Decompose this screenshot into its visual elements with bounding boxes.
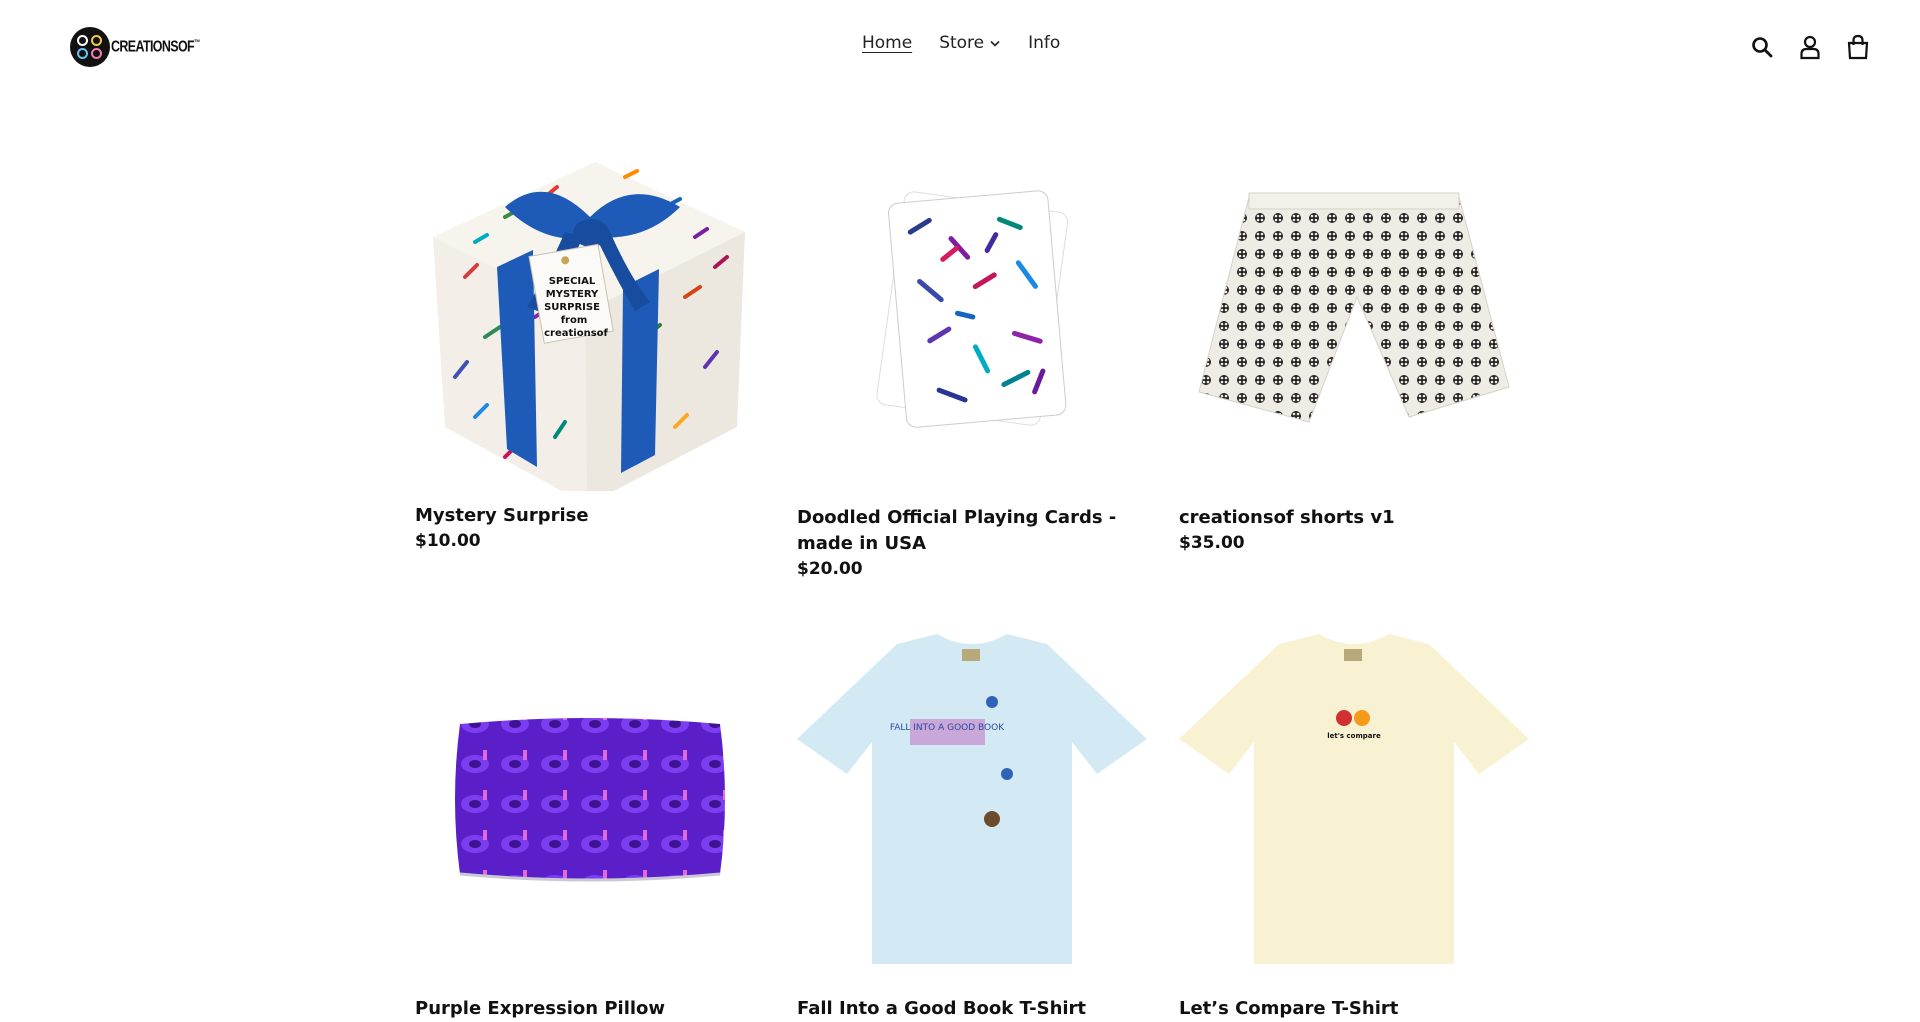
- product-card[interactable]: creationsof shorts v1 $35.00: [1179, 137, 1533, 555]
- blue-tshirt-image: FALL INTO A GOOD BOOK: [797, 634, 1147, 964]
- logo-icon: [70, 27, 110, 67]
- product-price: $35.00: [1179, 533, 1245, 553]
- product-image[interactable]: let's compare: [1179, 624, 1533, 978]
- cart-icon[interactable]: [1844, 33, 1872, 61]
- product-card[interactable]: Purple Expression Pillow: [415, 624, 769, 1022]
- nav-store-label: Store: [939, 33, 985, 53]
- product-image[interactable]: FALL INTO A GOOD BOOK: [797, 624, 1151, 978]
- gift-box-image: SPECIAL MYSTERY SURPRISE from creationso…: [433, 162, 745, 491]
- product-title[interactable]: creationsof shorts v1: [1179, 505, 1533, 531]
- product-title[interactable]: Let’s Compare T-Shirt: [1179, 996, 1533, 1022]
- header-actions: [1728, 33, 1872, 61]
- shorts-image: [1198, 192, 1510, 423]
- site-header: CREATIONSOF™ Home Store Info: [0, 0, 1920, 92]
- nav-home[interactable]: Home: [862, 33, 912, 53]
- product-image[interactable]: [415, 624, 769, 978]
- nav-store[interactable]: Store: [939, 33, 1000, 53]
- product-title[interactable]: Purple Expression Pillow: [415, 996, 769, 1022]
- product-card[interactable]: Doodled Official Playing Cards - made in…: [797, 137, 1151, 581]
- nav-info[interactable]: Info: [1028, 33, 1060, 53]
- shirt-print-text: FALL INTO A GOOD BOOK: [890, 723, 1005, 733]
- main-nav: Home Store Info: [862, 33, 1060, 53]
- pillow-image: [455, 718, 725, 882]
- product-card[interactable]: SPECIAL MYSTERY SURPRISE from creationso…: [415, 137, 769, 553]
- playing-cards-image: [876, 190, 1069, 428]
- product-title[interactable]: Fall Into a Good Book T-Shirt: [797, 996, 1151, 1022]
- product-price: $20.00: [797, 559, 863, 579]
- cream-tshirt-image: let's compare: [1179, 634, 1529, 964]
- tag-line-5: creationsof: [544, 328, 608, 339]
- product-card[interactable]: FALL INTO A GOOD BOOK Fall Into a Good B…: [797, 624, 1151, 1022]
- search-icon[interactable]: [1748, 33, 1776, 61]
- product-title[interactable]: Mystery Surprise: [415, 503, 769, 529]
- tag-line-4: from: [561, 315, 588, 326]
- tag-line-3: SURPRISE: [544, 302, 600, 313]
- brand-logo[interactable]: CREATIONSOF™: [70, 27, 225, 67]
- product-title[interactable]: Doodled Official Playing Cards - made in…: [797, 505, 1151, 557]
- shirt-print-text: let's compare: [1327, 732, 1381, 740]
- product-image[interactable]: SPECIAL MYSTERY SURPRISE from creationso…: [415, 137, 769, 491]
- product-image[interactable]: [797, 137, 1151, 491]
- product-card[interactable]: let's compare Let’s Compare T-Shirt: [1179, 624, 1533, 1022]
- tag-line-1: SPECIAL: [549, 276, 596, 287]
- account-icon[interactable]: [1796, 33, 1824, 61]
- product-image[interactable]: [1179, 137, 1533, 491]
- chevron-down-icon: [990, 40, 1000, 47]
- product-price: $10.00: [415, 531, 481, 551]
- tag-line-2: MYSTERY: [546, 289, 599, 300]
- brand-name: CREATIONSOF™: [111, 37, 200, 56]
